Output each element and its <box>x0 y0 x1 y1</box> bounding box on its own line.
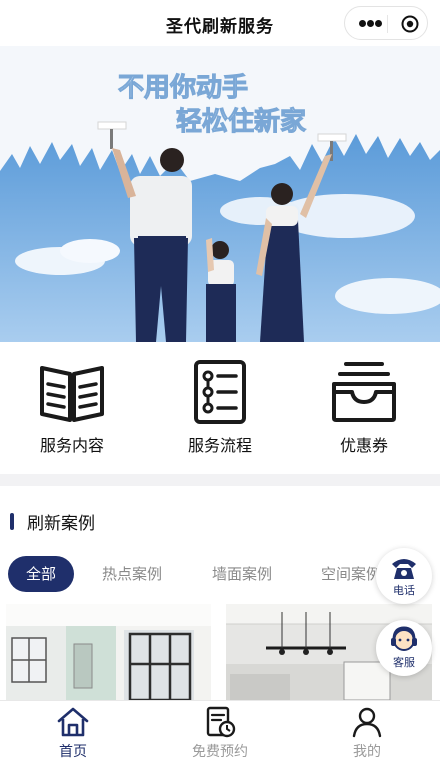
tabbar-item-appointment[interactable]: 免费预约 <box>165 705 275 761</box>
tab-wall-cases[interactable]: 墙面案例 <box>212 556 272 592</box>
section-title: 刷新案例 <box>27 514 95 534</box>
quick-item-label: 服务流程 <box>187 436 252 455</box>
quick-item-label: 优惠券 <box>339 436 388 455</box>
mini-program-capsule <box>344 6 428 40</box>
customer-service-float-button[interactable]: 客服 <box>376 620 432 676</box>
case-grid <box>0 604 440 700</box>
tab-hot-cases[interactable]: 热点案例 <box>102 556 162 592</box>
case-tabs: 全部 热点案例 墙面案例 空间案例 <box>0 556 440 592</box>
quick-item-service-flow[interactable]: 服务流程 <box>160 360 280 460</box>
customer-service-label: 客服 <box>393 656 415 669</box>
home-icon <box>56 705 90 739</box>
tab-space-cases[interactable]: 空间案例 <box>321 556 381 592</box>
phone-float-button[interactable]: 电话 <box>376 548 432 604</box>
tabbar-label-home: 首页 <box>59 744 87 760</box>
more-icon[interactable] <box>359 20 382 28</box>
close-target-icon[interactable] <box>401 15 419 33</box>
phone-icon <box>390 555 418 581</box>
nav-header: 圣代刷新服务 <box>0 0 440 46</box>
coupon-tray-icon <box>330 360 398 424</box>
tabbar-item-home[interactable]: 首页 <box>18 705 128 761</box>
capsule-divider <box>387 15 388 33</box>
quick-item-service-content[interactable]: 服务内容 <box>12 360 132 460</box>
quick-menu: 服务内容 服务流程 优惠券 <box>0 342 440 470</box>
case-card-1[interactable] <box>6 604 211 700</box>
tab-all[interactable]: 全部 <box>8 556 74 592</box>
section-accent-bar <box>10 513 14 530</box>
phone-label: 电话 <box>393 584 415 597</box>
bottom-tab-bar: 首页 免费预约 我的 <box>0 700 440 763</box>
user-icon <box>350 705 384 739</box>
tabbar-label-mine: 我的 <box>353 744 381 760</box>
tabbar-label-appointment: 免费预约 <box>192 744 248 760</box>
book-icon <box>38 360 106 424</box>
banner-headline-2: 轻松住新家 <box>176 106 306 137</box>
section-divider <box>0 474 440 486</box>
quick-item-coupon[interactable]: 优惠券 <box>304 360 424 460</box>
tabbar-item-mine[interactable]: 我的 <box>312 705 422 761</box>
banner-headline-1: 不用你动手 <box>118 73 248 103</box>
customer-service-icon <box>389 625 419 655</box>
quick-item-label: 服务内容 <box>39 436 104 455</box>
appointment-icon <box>203 705 237 739</box>
hero-banner[interactable]: 不用你动手 轻松住新家 <box>0 46 440 342</box>
flow-list-icon <box>186 360 254 424</box>
